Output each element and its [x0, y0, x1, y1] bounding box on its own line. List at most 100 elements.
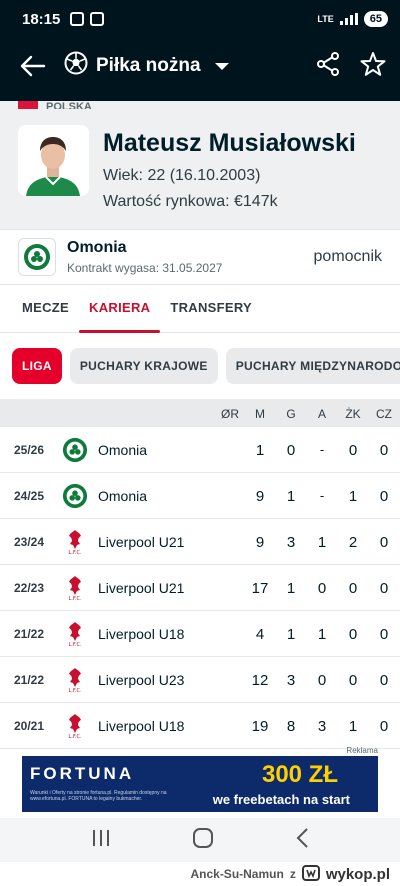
chip-liga[interactable]: LIGA	[12, 348, 62, 384]
team-name: Liverpool U21	[98, 534, 185, 550]
assists: -	[319, 442, 325, 457]
table-row[interactable]: 21/22 L.F.C. Liverpool U18 4 1 1 0 0	[0, 611, 400, 657]
red-cards: 0	[379, 580, 389, 597]
red-cards: 0	[379, 442, 389, 459]
app-header: Piłka nożna	[0, 38, 400, 94]
matches: 4	[255, 626, 265, 643]
goals: 8	[286, 718, 296, 735]
player-header: POLSKA Mateusz Musiałowski Wiek: 22 (16.…	[0, 101, 400, 229]
season: 23/24	[14, 535, 45, 549]
ad-label: Reklama	[346, 746, 378, 755]
svg-text:L.F.C.: L.F.C.	[68, 596, 82, 601]
liverpool-logo-icon: L.F.C.	[62, 713, 88, 739]
ad-banner[interactable]: FORTUNA Warunki i Oferty na stronie fort…	[22, 756, 378, 812]
battery-indicator: 65	[363, 11, 388, 27]
team-name: Omonia	[98, 442, 148, 458]
sport-selector[interactable]: Piłka nożna	[64, 51, 229, 81]
yellow-cards: 0	[348, 442, 358, 459]
share-icon[interactable]	[316, 51, 340, 82]
assists: 1	[317, 534, 327, 551]
back-icon[interactable]	[295, 827, 309, 854]
col-yellow-cards: ŻK	[345, 407, 361, 421]
team-name: Omonia	[98, 488, 148, 504]
liverpool-logo-icon: L.F.C.	[62, 529, 88, 555]
tab-bar: MECZE KARIERA TRANSFERY	[0, 290, 400, 333]
svg-text:L.F.C.: L.F.C.	[68, 642, 82, 647]
team-name: Liverpool U23	[98, 672, 185, 688]
player-photo	[18, 125, 89, 196]
matches: 19	[251, 718, 269, 735]
season: 24/25	[14, 489, 45, 503]
table-row[interactable]: 21/22 L.F.C. Liverpool U23 12 3 0 0 0	[0, 657, 400, 703]
player-position: pomocnik	[313, 248, 382, 265]
yellow-cards: 0	[348, 580, 358, 597]
player-market-value: Wartość rynkowa: €147k	[103, 193, 278, 210]
matches: 1	[255, 442, 265, 459]
tab-kariera[interactable]: KARIERA	[79, 290, 161, 333]
home-icon[interactable]	[192, 827, 214, 854]
signal-icon	[339, 13, 358, 25]
col-red-cards: CZ	[376, 407, 392, 421]
assists: 1	[317, 626, 327, 643]
watermark-user: Anck-Su-Namun	[190, 867, 284, 881]
goals: 3	[286, 534, 296, 551]
svg-text:L.F.C.: L.F.C.	[68, 550, 82, 555]
assists: 0	[317, 672, 327, 689]
season: 21/22	[14, 673, 45, 687]
top-bar: 18:15 LTE 65 Piłka nożna	[0, 0, 400, 101]
table-row[interactable]: 22/23 L.F.C. Liverpool U21 17 1 0 0 0	[0, 565, 400, 611]
red-cards: 0	[379, 626, 389, 643]
notification-icon-2	[90, 12, 105, 26]
svg-text:L.F.C.: L.F.C.	[68, 734, 82, 739]
goals: 1	[286, 488, 296, 505]
yellow-cards: 1	[348, 488, 358, 505]
chevron-down-icon	[214, 62, 229, 70]
omonia-logo-icon	[62, 437, 88, 463]
matches: 9	[255, 488, 265, 505]
omonia-logo-icon	[18, 238, 56, 276]
wykop-logo-icon	[301, 864, 320, 884]
season: 25/26	[14, 443, 45, 457]
chip-puchary-krajowe[interactable]: PUCHARY KRAJOWE	[69, 348, 218, 384]
recent-apps-icon[interactable]	[91, 829, 111, 852]
star-icon[interactable]	[360, 51, 386, 82]
country-label: POLSKA	[46, 101, 92, 109]
red-cards: 0	[379, 534, 389, 551]
table-row[interactable]: 20/21 L.F.C. Liverpool U18 19 8 3 1 0	[0, 703, 400, 749]
club-row[interactable]: Omonia Kontrakt wygasa: 31.05.2027 pomoc…	[0, 229, 400, 285]
tab-mecze[interactable]: MECZE	[12, 290, 79, 333]
team-name: Liverpool U18	[98, 718, 185, 734]
watermark-site: wykop.pl	[325, 865, 390, 883]
season: 20/21	[14, 719, 45, 733]
liverpool-logo-icon: L.F.C.	[62, 667, 88, 693]
notification-icon	[70, 12, 85, 26]
omonia-logo-icon	[62, 483, 88, 509]
system-nav-bar	[0, 818, 400, 862]
network-label: LTE	[317, 14, 334, 24]
tab-transfery[interactable]: TRANSFERY	[160, 290, 262, 333]
svg-text:L.F.C.: L.F.C.	[68, 688, 82, 693]
team-name: Liverpool U21	[98, 580, 185, 596]
matches: 9	[255, 534, 265, 551]
club-name: Omonia	[67, 239, 127, 256]
soccer-ball-icon	[64, 51, 88, 81]
yellow-cards: 1	[348, 718, 358, 735]
goals: 1	[286, 626, 296, 643]
ad-headline: 300 ZŁ	[261, 761, 338, 788]
col-rating: ØR	[221, 407, 239, 421]
back-arrow-icon[interactable]	[20, 50, 52, 82]
chip-puchary-miedzynarodowe[interactable]: PUCHARY MIĘDZYNARODOWE	[225, 348, 400, 384]
season: 21/22	[14, 627, 45, 641]
watermark: Anck-Su-Namun z wykop.pl	[0, 862, 400, 886]
table-row[interactable]: 24/25 Omonia 9 1 - 1 0	[0, 473, 400, 519]
liverpool-logo-icon: L.F.C.	[62, 575, 88, 601]
table-row[interactable]: 23/24 L.F.C. Liverpool U21 9 3 1 2 0	[0, 519, 400, 565]
contract-expiry: Kontrakt wygasa: 31.05.2027	[67, 261, 223, 275]
table-row[interactable]: 25/26 Omonia 1 0 - 0 0	[0, 427, 400, 473]
player-country: POLSKA	[18, 101, 92, 109]
poland-flag-icon	[18, 101, 38, 109]
career-table-header: ØR M G A ŻK CZ	[0, 399, 400, 427]
red-cards: 0	[379, 718, 389, 735]
team-name: Liverpool U18	[98, 626, 185, 642]
goals: 0	[286, 442, 296, 459]
